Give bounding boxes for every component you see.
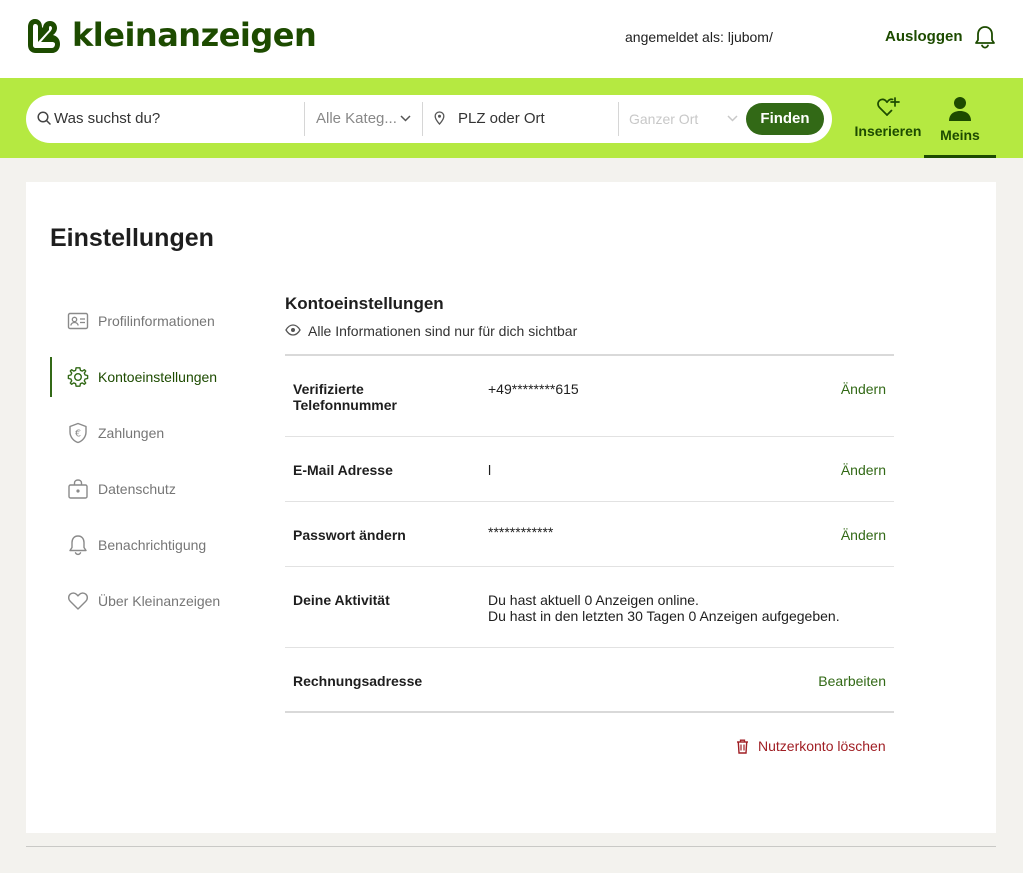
logout-link[interactable]: Ausloggen — [885, 28, 963, 45]
setting-row-phone: Verifizierte Telefonnummer +49********61… — [285, 356, 894, 437]
brand-logo[interactable]: kleinanzeigen — [26, 15, 317, 55]
search-icon — [37, 111, 51, 125]
logged-in-label: angemeldet als: ljubom/ — [625, 29, 773, 45]
setting-row-activity: Deine Aktivität Du hast aktuell 0 Anzeig… — [285, 567, 894, 648]
setting-row-billing-address: Rechnungsadresse Bearbeiten — [285, 648, 894, 713]
notification-bell-icon[interactable] — [974, 25, 996, 49]
nav-mine-label: Meins — [940, 127, 980, 143]
gear-icon — [67, 367, 89, 387]
section-title: Kontoeinstellungen — [285, 294, 444, 313]
nav-mine[interactable]: Meins — [924, 94, 996, 158]
visibility-note: Alle Informationen sind nur für dich sic… — [308, 323, 578, 339]
sidebar-item-account-settings[interactable]: Kontoeinstellungen — [50, 357, 250, 397]
settings-card: Einstellungen Profilinformationen Kontoe… — [26, 182, 996, 833]
find-button[interactable]: Finden — [746, 103, 824, 135]
setting-value: +49********615 — [488, 381, 579, 397]
sidebar-item-profile[interactable]: Profilinformationen — [50, 301, 250, 341]
setting-label-line: Verifizierte — [293, 381, 364, 397]
id-card-icon — [67, 312, 89, 330]
bell-icon — [69, 535, 87, 556]
heart-icon — [68, 592, 88, 610]
radius-select[interactable]: Ganzer Ort — [629, 111, 698, 127]
activity-line: Du hast aktuell 0 Anzeigen online. — [488, 592, 699, 608]
nav-post-ad[interactable]: Inserieren — [850, 96, 926, 139]
setting-row-password: Passwort ändern ************ Ändern — [285, 502, 894, 567]
svg-text:€: € — [75, 429, 81, 440]
eye-icon — [285, 324, 301, 336]
search-box: Was suchst du? Alle Kateg... PLZ oder Or… — [26, 95, 832, 143]
chevron-down-icon — [400, 115, 411, 122]
page-title: Einstellungen — [50, 224, 214, 252]
setting-label: Passwort ändern — [293, 527, 406, 543]
footer-divider — [26, 846, 996, 847]
lock-bag-icon — [68, 479, 88, 499]
divider — [304, 102, 305, 136]
delete-account-link[interactable]: Nutzerkonto löschen — [736, 738, 886, 754]
top-header: kleinanzeigen angemeldet als: ljubom/ Au… — [0, 0, 1023, 78]
category-select[interactable]: Alle Kateg... — [316, 110, 397, 127]
sidebar-item-label: Datenschutz — [98, 481, 176, 497]
setting-label-line: Telefonnummer — [293, 397, 397, 413]
sidebar-item-label: Profilinformationen — [98, 313, 215, 329]
settings-list: Verifizierte Telefonnummer +49********61… — [285, 354, 894, 713]
edit-billing-address-link[interactable]: Bearbeiten — [818, 673, 886, 689]
sidebar-item-notifications[interactable]: Benachrichtigung — [50, 525, 250, 565]
sidebar-item-label: Zahlungen — [98, 425, 165, 441]
trash-icon — [737, 739, 748, 754]
change-password-link[interactable]: Ändern — [841, 527, 886, 543]
setting-value: ************ — [488, 524, 554, 540]
delete-account-label: Nutzerkonto löschen — [758, 738, 886, 754]
change-phone-link[interactable]: Ändern — [841, 381, 886, 397]
sidebar-item-label: Benachrichtigung — [98, 537, 207, 553]
location-pin-icon — [434, 111, 445, 125]
brand-name: kleinanzeigen — [72, 16, 317, 54]
sidebar-item-payments[interactable]: € Zahlungen — [50, 413, 250, 453]
setting-label: Deine Aktivität — [293, 592, 390, 608]
change-email-link[interactable]: Ändern — [841, 462, 886, 478]
setting-row-email: E-Mail Adresse l Ändern — [285, 437, 894, 502]
setting-value: l — [488, 462, 492, 478]
search-input[interactable]: Was suchst du? — [54, 110, 160, 127]
user-icon — [949, 97, 971, 121]
sidebar-item-privacy[interactable]: Datenschutz — [50, 469, 250, 509]
sidebar-item-label: Über Kleinanzeigen — [98, 593, 221, 609]
sidebar-item-label: Kontoeinstellungen — [98, 369, 218, 385]
divider — [422, 102, 423, 136]
divider — [618, 102, 619, 136]
chevron-down-icon — [727, 115, 738, 122]
sidebar-item-about[interactable]: Über Kleinanzeigen — [50, 581, 250, 621]
logo-icon — [28, 19, 60, 53]
nav-post-ad-label: Inserieren — [854, 123, 922, 139]
setting-label: Rechnungsadresse — [293, 673, 423, 689]
activity-line: Du hast in den letzten 30 Tagen 0 Anzeig… — [488, 608, 840, 624]
setting-label: E-Mail Adresse — [293, 462, 393, 478]
location-input[interactable]: PLZ oder Ort — [458, 110, 545, 127]
setting-value: Du hast aktuell 0 Anzeigen online. Du ha… — [488, 592, 840, 624]
heart-plus-icon — [877, 97, 900, 116]
setting-label: Verifizierte Telefonnummer — [293, 381, 397, 413]
euro-shield-icon: € — [69, 422, 87, 444]
